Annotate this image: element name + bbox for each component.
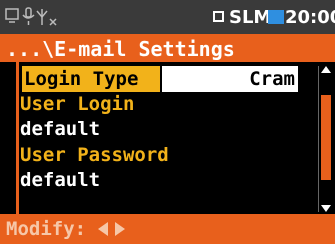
page-title: ...\E-mail Settings	[6, 37, 235, 61]
arrow-left-icon[interactable]	[98, 222, 108, 236]
status-bar: SLM 20:00	[0, 0, 335, 34]
battery-icon	[268, 10, 284, 24]
mode-label: SLM	[229, 7, 272, 28]
scroll-down-icon[interactable]	[321, 205, 331, 212]
signal-icon	[36, 9, 57, 26]
device-screen: SLM 20:00 ...\E-mail Settings Login Type…	[0, 0, 335, 244]
status-icons	[5, 7, 57, 26]
mode-indicator-icon	[213, 11, 224, 22]
display-icon	[5, 8, 19, 23]
setting-value-login-type[interactable]: Cram	[162, 66, 298, 92]
setting-value-user-login[interactable]: default	[20, 118, 100, 144]
arrow-right-icon[interactable]	[115, 222, 125, 236]
setting-value-user-password[interactable]: default	[20, 169, 100, 195]
scroll-thumb[interactable]	[321, 95, 331, 180]
microphone-icon	[22, 7, 35, 25]
setting-label-login-type: Login Type	[22, 66, 160, 92]
title-bar: ...\E-mail Settings	[0, 34, 335, 62]
scroll-up-icon[interactable]	[321, 66, 331, 73]
setting-label-user-login[interactable]: User Login	[20, 93, 134, 119]
modify-label: Modify:	[6, 218, 87, 240]
scrollbar[interactable]	[318, 66, 333, 212]
bottom-bar: Modify:	[0, 214, 335, 244]
setting-label-user-password[interactable]: User Password	[20, 144, 169, 170]
clock: 20:00	[285, 7, 335, 28]
